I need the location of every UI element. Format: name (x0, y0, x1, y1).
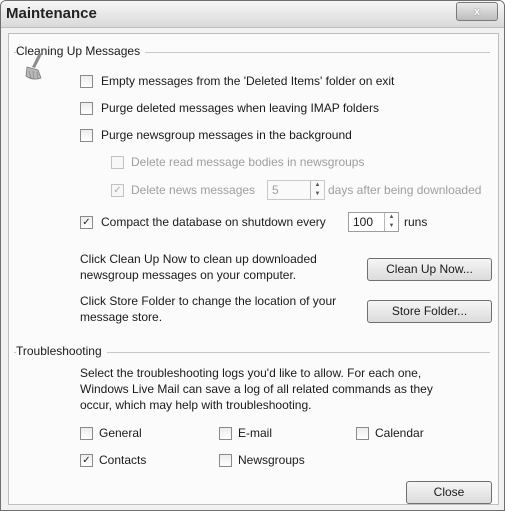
troubleshooting-group-label: Troubleshooting (16, 344, 107, 358)
troubleshooting-desc-line-1: Select the troubleshooting logs you'd li… (80, 366, 422, 380)
log-contacts-label: Contacts (99, 453, 147, 467)
log-email-label: E-mail (238, 426, 273, 440)
log-general-label: General (99, 426, 142, 440)
log-newsgroups-label: Newsgroups (238, 453, 305, 467)
broom-icon (25, 53, 42, 80)
cleanup-text-line-2: newsgroup messages on your computer. (80, 268, 297, 282)
spinner-arrows: ▲ ▼ (310, 181, 324, 199)
delete-bodies-label: Delete read message bodies in newsgroups (131, 155, 365, 169)
clean-up-now-button[interactable]: Clean Up Now... (367, 258, 492, 281)
log-calendar-label: Calendar (375, 426, 424, 440)
empty-deleted-checkbox[interactable] (80, 75, 93, 88)
spin-down-icon[interactable]: ▼ (311, 190, 324, 199)
log-calendar-checkbox[interactable] (356, 427, 369, 440)
troubleshooting-desc-line-3: occur, which may help with troubleshooti… (80, 398, 312, 412)
spinner-arrows: ▲ ▼ (384, 213, 398, 231)
close-icon: x (473, 5, 481, 18)
cleanup-text-line-1: Click Clean Up Now to clean up downloade… (80, 252, 317, 266)
spin-up-icon[interactable]: ▲ (385, 213, 398, 222)
purge-news-checkbox[interactable] (80, 129, 93, 142)
compact-runs-value: 100 (353, 215, 374, 229)
purge-imap-label: Purge deleted messages when leaving IMAP… (101, 101, 379, 115)
store-text-line-2: message store. (80, 310, 163, 324)
purge-news-label: Purge newsgroup messages in the backgrou… (101, 128, 352, 142)
compact-suffix: runs (404, 215, 428, 229)
compact-runs-spinner[interactable]: 100 ▲ ▼ (348, 212, 399, 232)
delete-news-checkbox[interactable]: ✓ (111, 184, 124, 197)
delete-news-label: Delete news messages (131, 183, 256, 197)
store-folder-button[interactable]: Store Folder... (367, 300, 492, 323)
dialog-body: Cleaning Up Messages Empty messages from… (8, 33, 499, 505)
delete-news-days-spinner[interactable]: 5 ▲ ▼ (267, 180, 325, 200)
log-general-checkbox[interactable] (80, 427, 93, 440)
spin-down-icon[interactable]: ▼ (385, 222, 398, 231)
title-bar: Maintenance x (1, 1, 504, 28)
log-contacts-checkbox[interactable]: ✓ (80, 454, 93, 467)
delete-news-suffix: days after being downloaded (328, 183, 482, 197)
store-text-line-1: Click Store Folder to change the locatio… (80, 294, 337, 308)
compact-label: Compact the database on shutdown every (101, 215, 326, 229)
log-email-checkbox[interactable] (219, 427, 232, 440)
troubleshooting-desc-line-2: Windows Live Mail can save a log of all … (80, 382, 433, 396)
dialog-title: Maintenance (6, 5, 97, 22)
purge-imap-checkbox[interactable] (80, 102, 93, 115)
maintenance-dialog: Maintenance x Cleaning Up Messages Empty… (0, 0, 505, 511)
delete-bodies-checkbox[interactable] (111, 156, 124, 169)
log-newsgroups-checkbox[interactable] (219, 454, 232, 467)
spin-up-icon[interactable]: ▲ (311, 181, 324, 190)
title-close-button[interactable]: x (456, 2, 498, 21)
close-button[interactable]: Close (406, 481, 492, 504)
compact-checkbox[interactable]: ✓ (80, 216, 93, 229)
empty-deleted-label: Empty messages from the 'Deleted Items' … (101, 74, 395, 88)
delete-news-days-value: 5 (272, 183, 279, 197)
